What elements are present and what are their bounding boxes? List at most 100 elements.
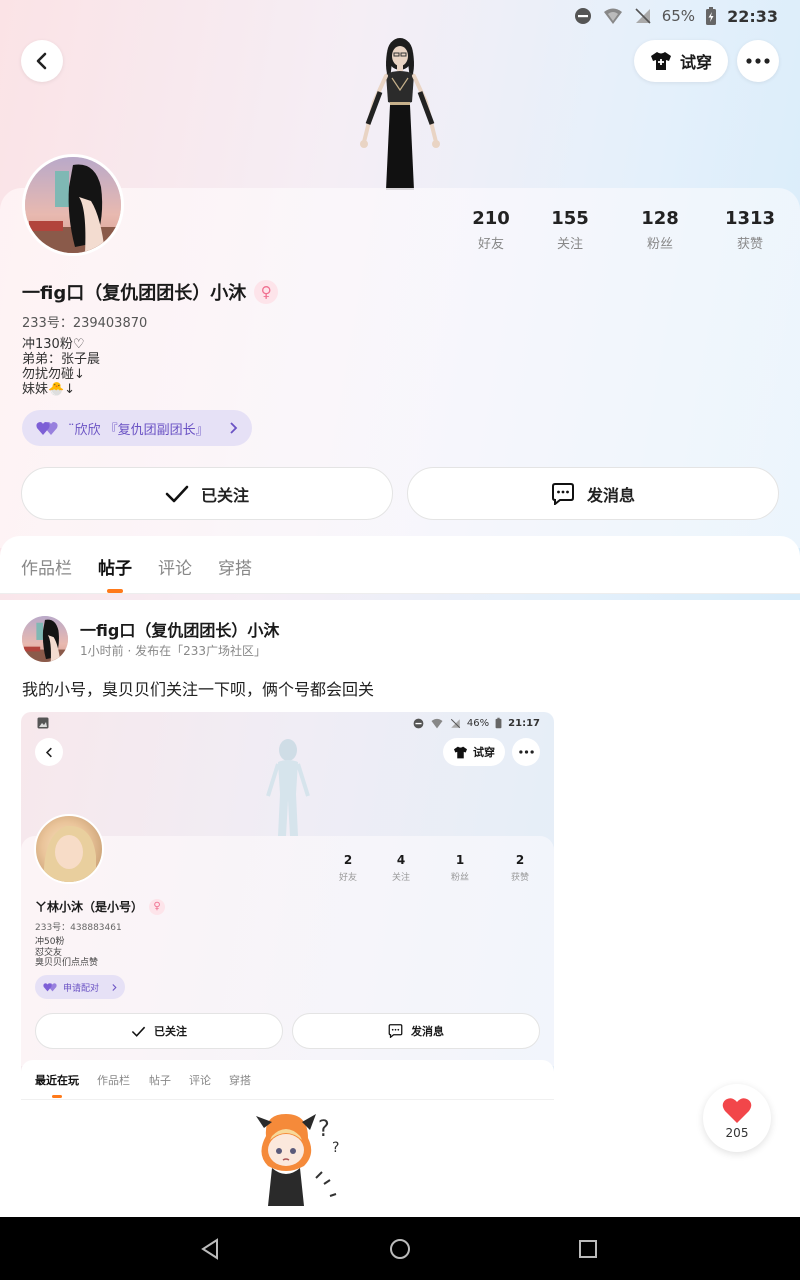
stat-label: 关注 xyxy=(556,237,583,252)
more-dots-icon xyxy=(746,58,770,64)
battery-charging-icon xyxy=(706,7,717,25)
stat-label: 粉丝 xyxy=(646,237,673,252)
bff-relation-chip[interactable]: ¨欣欣 『复仇团副团长』 xyxy=(22,410,252,446)
stat-number: 1 xyxy=(455,853,465,867)
embedded-status-bar: 46% 21:17 xyxy=(413,712,540,734)
chevron-right-icon xyxy=(112,983,117,991)
avatar-3d-figure xyxy=(360,38,440,190)
circle-home-icon xyxy=(390,1239,410,1259)
wifi-icon xyxy=(603,8,622,24)
profile-bio: 冲130粉♡ 弟弟：张子晨 勿扰勿碰↓ 妹妹🐣↓ xyxy=(22,337,101,397)
nav-back-button[interactable] xyxy=(196,1235,224,1263)
more-button[interactable] xyxy=(737,40,779,82)
avatar-photo xyxy=(22,616,68,662)
followed-button[interactable]: 已关注 xyxy=(21,467,393,520)
battery-percent: 65% xyxy=(661,7,696,25)
profile-username: 一fig口（复仇团团长）小沐 xyxy=(22,283,247,304)
back-button[interactable] xyxy=(21,40,63,82)
system-navigation-bar xyxy=(0,1217,800,1280)
stat-label: 获赞 xyxy=(510,873,529,883)
dnd-icon xyxy=(413,718,424,728)
embedded-message-label: 发消息 xyxy=(411,1025,444,1038)
like-count: 205 xyxy=(725,1125,749,1140)
confused-character-illustration: ? ? xyxy=(256,1114,339,1206)
embedded-stat-following: 4 关注 xyxy=(376,853,426,883)
svg-text:?: ? xyxy=(332,1140,339,1156)
post-author-name[interactable]: 一fig口（复仇团团长）小沐 xyxy=(80,617,279,641)
embedded-empty-state: ? ? xyxy=(21,1100,554,1217)
embedded-pair-chip: 申请配对 xyxy=(35,975,125,999)
no-signal-icon xyxy=(635,8,651,24)
embedded-tab-outfits: 穿搭 xyxy=(229,1074,251,1087)
chevron-right-icon xyxy=(230,422,238,434)
stat-likes[interactable]: 1313 获赞 xyxy=(705,208,795,252)
embedded-battery: 46% xyxy=(466,717,490,729)
embedded-tab-comments: 评论 xyxy=(189,1074,211,1087)
status-bar: 65% 22:33 xyxy=(0,0,800,32)
embedded-username: ㄚ林小沐（是小号） xyxy=(35,900,144,914)
active-tab-indicator xyxy=(107,589,123,593)
message-icon xyxy=(551,482,574,505)
double-heart-icon xyxy=(43,983,57,992)
profile-username-row: 一fig口（复仇团团长）小沐 ♀ xyxy=(22,279,279,305)
tab-comments[interactable]: 评论 xyxy=(158,554,192,579)
send-message-button[interactable]: 发消息 xyxy=(407,467,779,520)
tab-works[interactable]: 作品栏 xyxy=(21,554,72,579)
double-heart-icon xyxy=(36,422,58,435)
like-button[interactable]: 205 xyxy=(703,1084,771,1152)
avatar-photo xyxy=(43,825,96,882)
embedded-try-on-label: 试穿 xyxy=(473,746,495,759)
heart-icon xyxy=(722,1097,752,1123)
triangle-back-icon xyxy=(201,1238,218,1260)
profile-stats: 210 好友 155 关注 128 粉丝 1313 获赞 xyxy=(0,208,800,258)
post-meta: 1小时前 · 发布在「233广场社区」 xyxy=(80,644,266,658)
post-image[interactable]: 46% 21:17 试穿 2 好友 4 关注 1 粉丝 2 获赞 ㄚ林小沐（是小号） ♀… xyxy=(21,712,554,1217)
stat-following[interactable]: 155 关注 xyxy=(525,208,615,252)
stat-friends[interactable]: 210 好友 xyxy=(446,208,536,252)
stat-number: 2 xyxy=(343,853,353,867)
no-signal-icon xyxy=(450,718,461,728)
try-on-label: 试穿 xyxy=(680,53,713,72)
embedded-stat-likes: 2 获赞 xyxy=(495,853,545,883)
embedded-bio: 冲50粉 怼交友 臭贝贝们点点赞 xyxy=(35,937,99,968)
embedded-tabs: 最近在玩 作品栏 帖子 评论 穿搭 xyxy=(21,1060,554,1100)
embedded-profile-avatar xyxy=(34,814,104,884)
stat-number: 1313 xyxy=(724,208,776,229)
tab-outfits[interactable]: 穿搭 xyxy=(218,554,252,579)
embedded-tab-recent: 最近在玩 xyxy=(35,1074,79,1087)
stat-followers[interactable]: 128 粉丝 xyxy=(615,208,705,252)
stat-number: 210 xyxy=(472,208,510,229)
tab-posts[interactable]: 帖子 xyxy=(98,554,132,579)
embedded-clock: 21:17 xyxy=(508,717,540,729)
post-author-avatar[interactable] xyxy=(22,616,68,662)
post-text: 我的小号，臭贝贝们关注一下呗，俩个号都会回关 xyxy=(22,680,375,699)
embedded-try-on-button: 试穿 xyxy=(443,738,505,766)
tshirt-icon xyxy=(651,52,671,70)
profile-id: 233号：239403870 xyxy=(22,316,148,331)
embedded-tab-works: 作品栏 xyxy=(97,1074,130,1087)
female-icon: ♀ xyxy=(254,280,279,304)
embedded-avatar-3d-figure xyxy=(266,739,310,836)
stat-label: 关注 xyxy=(391,873,410,883)
nav-home-button[interactable] xyxy=(386,1235,414,1263)
tshirt-icon xyxy=(454,746,467,758)
stat-label: 好友 xyxy=(477,237,504,252)
send-message-label: 发消息 xyxy=(586,485,635,505)
stat-label: 获赞 xyxy=(736,237,763,252)
try-on-button[interactable]: 试穿 xyxy=(634,40,729,82)
stat-label: 好友 xyxy=(338,873,357,883)
embedded-id: 233号：438883461 xyxy=(35,923,122,933)
checkmark-icon xyxy=(131,1026,146,1037)
stat-number: 4 xyxy=(396,853,406,867)
embedded-username-row: ㄚ林小沐（是小号） ♀ xyxy=(35,898,166,915)
female-icon: ♀ xyxy=(149,898,166,915)
embedded-stat-followers: 1 粉丝 xyxy=(435,853,485,883)
clock: 22:33 xyxy=(727,6,778,26)
stat-number: 2 xyxy=(515,853,525,867)
embedded-tab-posts: 帖子 xyxy=(149,1074,171,1087)
nav-recents-button[interactable] xyxy=(574,1235,602,1263)
embedded-pair-label: 申请配对 xyxy=(63,983,100,994)
embedded-more-button xyxy=(512,738,540,766)
active-tab-indicator xyxy=(52,1095,62,1098)
dnd-icon xyxy=(574,8,591,24)
